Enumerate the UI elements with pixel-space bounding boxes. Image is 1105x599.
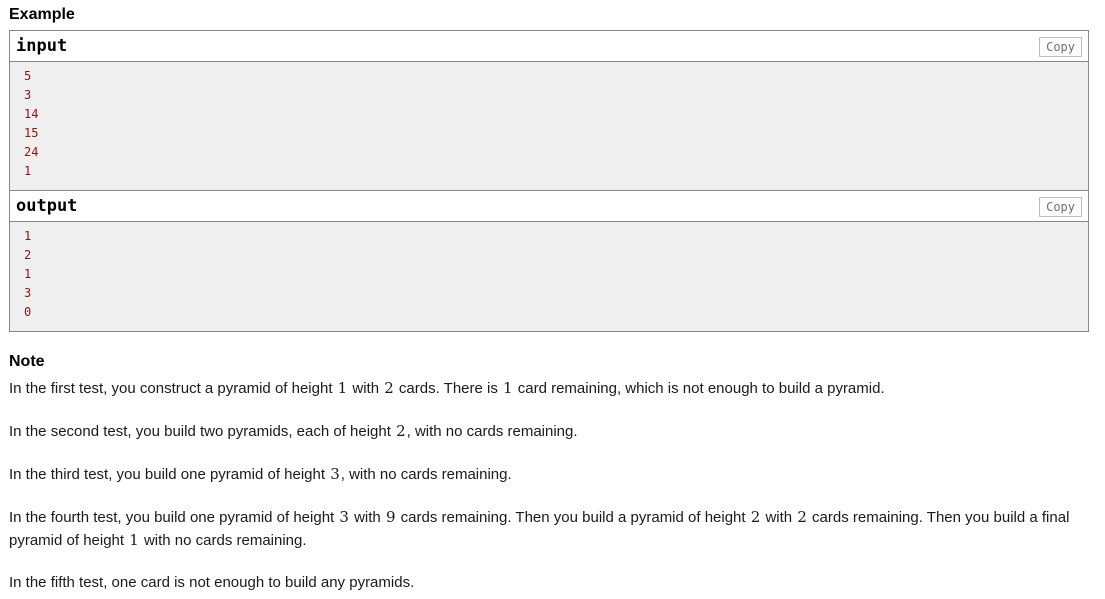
sample-test-output: output Copy 1 2 1 3 0 xyxy=(10,191,1088,331)
note-text-run: , with no cards remaining. xyxy=(340,466,512,483)
note-paragraph-first-test: In the first test, you construct a pyram… xyxy=(9,377,1077,400)
example-section-heading: Example xyxy=(9,6,75,23)
inline-math-value: 2 xyxy=(750,508,761,526)
input-sample-text: 5 3 14 15 24 1 xyxy=(10,62,1088,190)
note-text-run: In the fifth test, one card is not enoug… xyxy=(9,574,415,591)
inline-math-value: 3 xyxy=(330,465,340,483)
note-paragraph-second-test: In the second test, you build two pyrami… xyxy=(9,420,1077,443)
inline-math-value: 2 xyxy=(797,508,807,526)
note-text-run: In the second test, you build two pyrami… xyxy=(9,423,396,440)
inline-math-value: 1 xyxy=(503,379,513,397)
inline-math-value: 1 xyxy=(129,531,139,549)
note-text-run: cards remaining. Then you build a pyrami… xyxy=(396,509,750,526)
inline-math-value: 2 xyxy=(396,422,406,440)
note-text-run: with xyxy=(348,380,384,397)
inline-math-value: 1 xyxy=(337,379,348,397)
note-text-run: cards. There is xyxy=(394,380,503,397)
inline-math-value: 9 xyxy=(385,508,396,526)
note-text-run: In the third test, you build one pyramid… xyxy=(9,466,330,483)
note-paragraphs: In the first test, you construct a pyram… xyxy=(9,377,1077,594)
note-section-heading: Note xyxy=(9,353,45,370)
copy-output-button[interactable]: Copy xyxy=(1039,197,1082,217)
note-paragraph-fifth-test: In the fifth test, one card is not enoug… xyxy=(9,572,1077,594)
note-paragraph-third-test: In the third test, you build one pyramid… xyxy=(9,463,1077,486)
inline-math-value: 2 xyxy=(384,379,394,397)
note-paragraph-fourth-test: In the fourth test, you build one pyrami… xyxy=(9,506,1077,552)
output-title: output xyxy=(16,196,78,216)
note-text-run: In the fourth test, you build one pyrami… xyxy=(9,509,339,526)
sample-test-input: input Copy 5 3 14 15 24 1 xyxy=(10,31,1088,190)
note-text-run: with no cards remaining. xyxy=(139,532,307,549)
sample-tests-container: input Copy 5 3 14 15 24 1 output Copy 1 … xyxy=(9,30,1089,332)
copy-input-button[interactable]: Copy xyxy=(1039,37,1082,57)
output-title-bar: output Copy xyxy=(10,191,1088,222)
inline-math-value: 3 xyxy=(339,508,349,526)
note-text-run: , with no cards remaining. xyxy=(406,423,578,440)
note-text-run: In the first test, you construct a pyram… xyxy=(9,380,337,397)
note-text-run: with xyxy=(349,509,385,526)
problem-statement-page: Example input Copy 5 3 14 15 24 1 output… xyxy=(0,0,1105,599)
input-title-bar: input Copy xyxy=(10,31,1088,62)
note-text-run: card remaining, which is not enough to b… xyxy=(513,380,885,397)
output-sample-text: 1 2 1 3 0 xyxy=(10,222,1088,331)
input-title: input xyxy=(16,36,68,56)
note-text-run: with xyxy=(761,509,797,526)
